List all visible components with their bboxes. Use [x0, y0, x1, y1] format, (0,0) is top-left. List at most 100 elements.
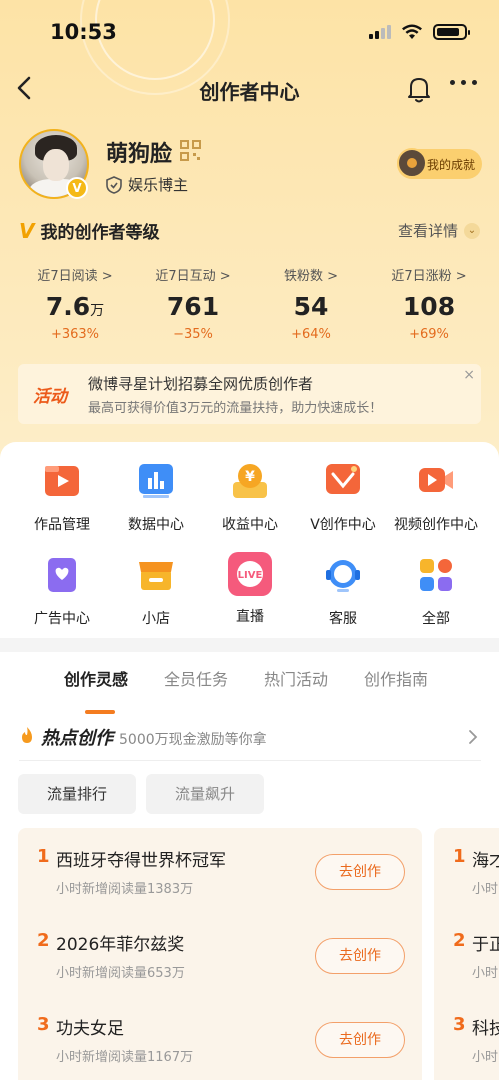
- tool-video[interactable]: 视频创作中心: [386, 462, 486, 534]
- filter-traffic-rank[interactable]: 流量排行: [18, 774, 136, 814]
- v-create-icon: [326, 464, 360, 494]
- tool-label: 视频创作中心: [394, 517, 478, 533]
- stat-new-fans[interactable]: 近7日涨粉 > 108 +69%: [370, 265, 488, 342]
- tab-inspiration[interactable]: 创作灵感: [64, 666, 128, 690]
- shield-icon: [106, 175, 122, 194]
- stat-label: 近7日涨粉 >: [391, 269, 467, 284]
- hot-list-card-next[interactable]: 1 海才 小时 2 于正 小时 3 科技 小时: [434, 828, 499, 1080]
- tool-v-create[interactable]: V创作中心: [293, 462, 393, 534]
- achievement-button[interactable]: 我的成就: [397, 148, 482, 179]
- stat-value: 108: [402, 292, 456, 321]
- rank-number: 3: [453, 1014, 466, 1035]
- stat-change: +64%: [291, 327, 331, 342]
- role-label: 娱乐博主: [128, 176, 189, 194]
- level-detail-label: 查看详情: [397, 222, 458, 240]
- data-icon: [139, 464, 173, 498]
- hot-subtitle: 5000万现金激励等你拿: [119, 732, 267, 748]
- tools-panel: 作品管理 数据中心 ¥ 收益中心 V创作中心 视频创作中心 广告中心 小店 LI…: [0, 442, 499, 638]
- create-button[interactable]: 去创作: [315, 854, 405, 890]
- stat-true-fans[interactable]: 铁粉数 > 54 +64%: [252, 265, 370, 342]
- tool-label: 直播: [236, 609, 264, 625]
- chevron-right-icon[interactable]: [467, 728, 479, 746]
- list-item: 1 海才 小时: [434, 828, 499, 912]
- stat-value: 761: [166, 292, 220, 321]
- stats-row: 近7日阅读 > 7.6万 +363% 近7日互动 > 761 −35% 铁粉数 …: [0, 265, 499, 342]
- tool-label: 作品管理: [34, 517, 90, 533]
- topic-stats: 小时新增阅读量653万: [56, 966, 185, 981]
- topic-stats: 小时新增阅读量1167万: [56, 1050, 194, 1065]
- tool-shop[interactable]: 小店: [106, 556, 206, 628]
- hot-title: 热点创作: [41, 728, 113, 749]
- banner-title: 微博寻星计划招募全网优质创作者: [88, 375, 314, 393]
- create-button[interactable]: 去创作: [315, 1022, 405, 1058]
- tool-works[interactable]: 作品管理: [12, 462, 112, 534]
- banner-subtitle: 最高可获得价值3万元的流量扶持，助力快速成长！: [88, 401, 383, 416]
- tool-ad[interactable]: 广告中心: [12, 556, 112, 628]
- level-title: 我的创作者等级: [40, 223, 160, 243]
- cellular-signal-icon: [369, 25, 391, 39]
- tool-data[interactable]: 数据中心: [106, 462, 206, 534]
- flame-icon: [22, 727, 32, 743]
- tool-income[interactable]: ¥ 收益中心: [200, 462, 300, 534]
- topic-title: 科技: [472, 1019, 499, 1039]
- topic-stats: 小时: [472, 966, 499, 981]
- live-icon: LIVE: [228, 552, 272, 596]
- stat-change: +363%: [50, 327, 100, 342]
- topic-stats: 小时: [472, 1050, 499, 1065]
- topic-stats: 小时新增阅读量1383万: [56, 882, 194, 897]
- filter-traffic-rise[interactable]: 流量飙升: [146, 774, 264, 814]
- more-menu-icon[interactable]: [450, 80, 477, 85]
- topic-title: 于正: [472, 935, 499, 955]
- tool-all[interactable]: 全部: [386, 556, 486, 628]
- inspiration-section: 创作灵感 全员任务 热门活动 创作指南 热点创作 5000万现金激励等你拿 流量…: [0, 652, 499, 1080]
- stat-label: 近7日阅读 >: [37, 269, 113, 284]
- tool-service[interactable]: 客服: [293, 556, 393, 628]
- svg-text:LIVE: LIVE: [238, 570, 263, 581]
- svg-text:¥: ¥: [245, 469, 255, 485]
- qr-code-icon[interactable]: [180, 140, 201, 161]
- stat-change: +69%: [409, 327, 449, 342]
- wifi-icon: [402, 24, 422, 39]
- shop-icon: [139, 562, 173, 590]
- stat-label: 近7日互动 >: [155, 269, 231, 284]
- rank-number: 1: [453, 846, 466, 867]
- rank-number: 1: [37, 846, 50, 867]
- status-icons: [369, 24, 470, 40]
- status-time: 10:53: [50, 20, 117, 44]
- stat-value: 54: [293, 292, 329, 321]
- list-item[interactable]: 1 西班牙夺得世界杯冠军 小时新增阅读量1383万 去创作: [18, 828, 422, 912]
- topic-title: 西班牙夺得世界杯冠军: [56, 851, 226, 871]
- battery-icon: [433, 24, 470, 40]
- tab-activities[interactable]: 热门活动: [264, 666, 328, 690]
- topic-title: 海才: [472, 851, 499, 871]
- tool-label: 客服: [329, 611, 357, 627]
- close-icon[interactable]: ×: [463, 367, 475, 383]
- list-item[interactable]: 3 功夫女足 小时新增阅读量1167万 去创作: [18, 996, 422, 1080]
- divider: [19, 760, 481, 761]
- tool-live[interactable]: LIVE 直播: [200, 552, 300, 626]
- topic-title: 功夫女足: [56, 1019, 124, 1039]
- list-item: 2 于正 小时: [434, 912, 499, 996]
- hot-header[interactable]: 热点创作 5000万现金激励等你拿: [19, 724, 267, 750]
- stat-reads[interactable]: 近7日阅读 > 7.6万 +363%: [16, 265, 134, 342]
- create-button[interactable]: 去创作: [315, 938, 405, 974]
- activity-banner[interactable]: 活动 微博寻星计划招募全网优质创作者 最高可获得价值3万元的流量扶持，助力快速成…: [18, 364, 481, 424]
- user-role: 娱乐博主: [106, 174, 188, 195]
- stat-label: 铁粉数 >: [283, 269, 339, 284]
- medal-icon: [397, 148, 427, 178]
- bell-icon[interactable]: [405, 74, 433, 104]
- achievement-label: 我的成就: [427, 157, 476, 172]
- creator-level: V 我的创作者等级: [19, 218, 160, 244]
- all-icon: [420, 559, 452, 591]
- username: 萌狗脸: [106, 142, 173, 167]
- rank-number: 3: [37, 1014, 50, 1035]
- level-detail-link[interactable]: 查看详情 ⌄: [398, 220, 480, 241]
- list-item[interactable]: 2 2026年菲尔兹奖 小时新增阅读量653万 去创作: [18, 912, 422, 996]
- tab-guide[interactable]: 创作指南: [364, 666, 428, 690]
- active-tab-indicator: [85, 710, 115, 714]
- topic-title: 2026年菲尔兹奖: [56, 935, 185, 955]
- stat-interactions[interactable]: 近7日互动 > 761 −35%: [134, 265, 252, 342]
- stat-change: −35%: [173, 327, 213, 342]
- stat-value: 7.6万: [45, 292, 105, 321]
- tab-tasks[interactable]: 全员任务: [164, 666, 228, 690]
